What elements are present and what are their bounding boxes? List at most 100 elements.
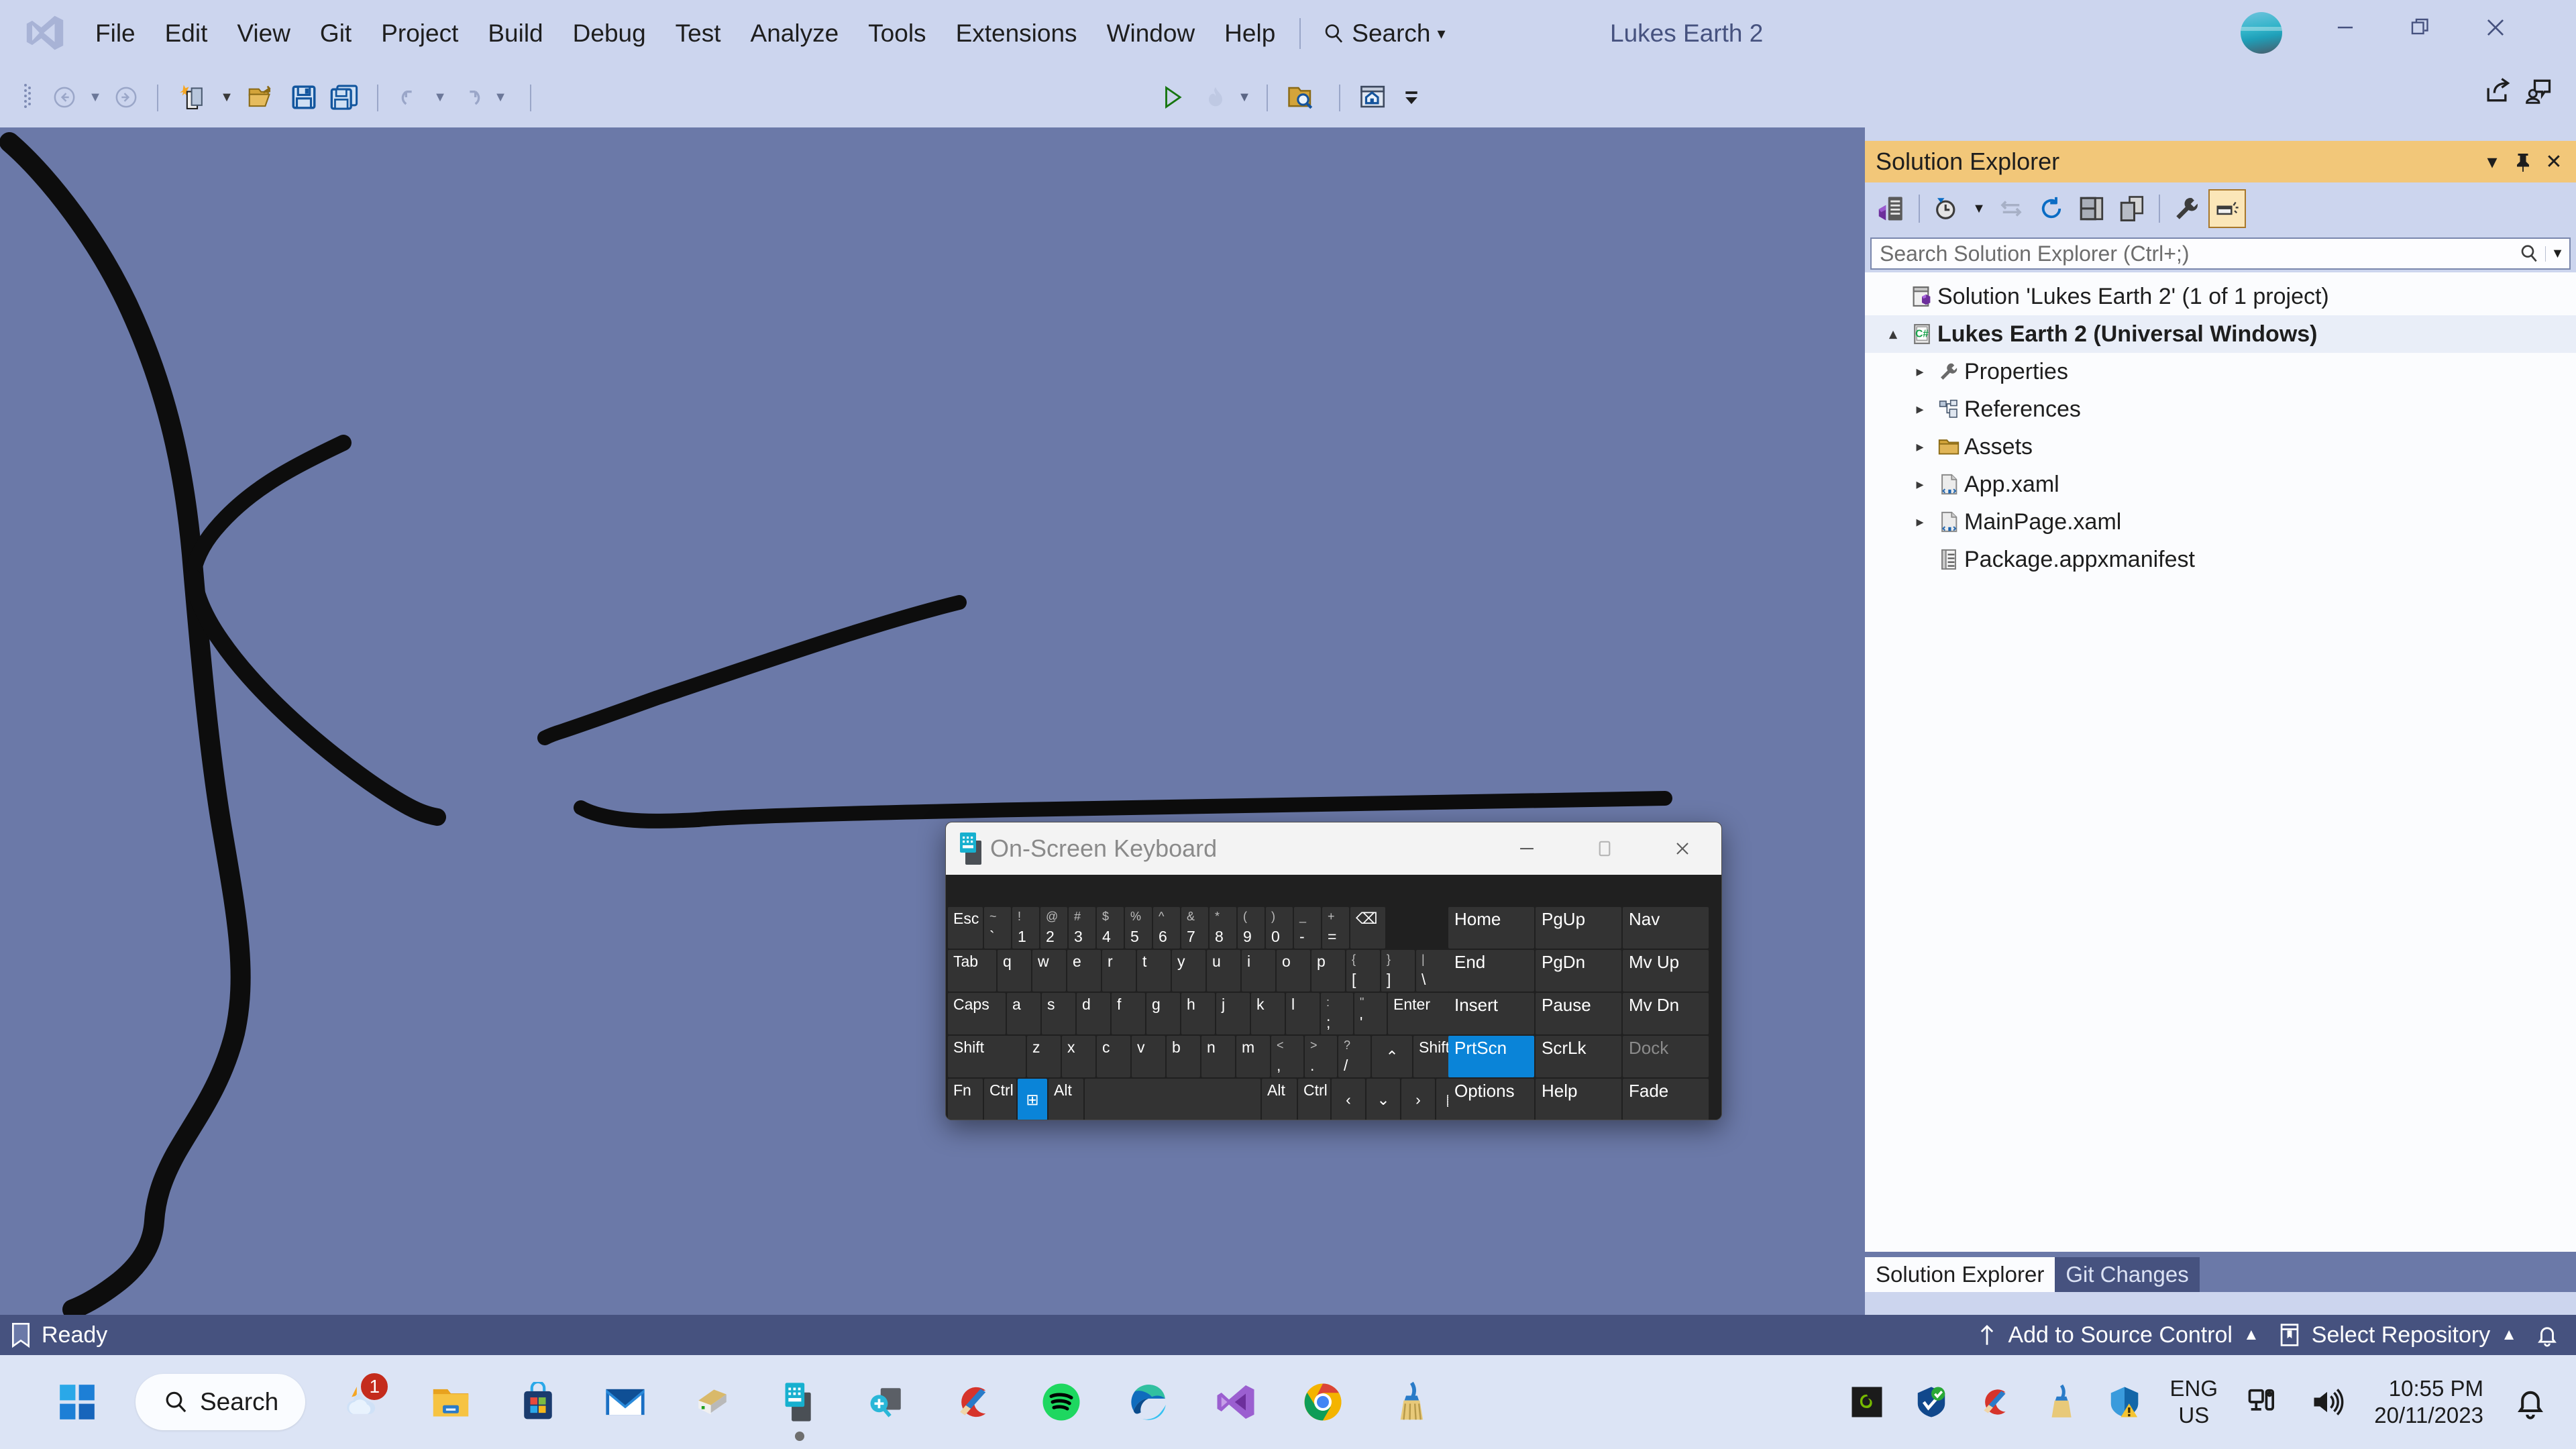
taskbar-visual-studio-icon[interactable] [1192,1355,1279,1449]
menu-file[interactable]: File [80,13,150,54]
start-without-debugging-button[interactable] [1154,78,1191,117]
tray-security-check-icon[interactable] [1899,1355,1964,1449]
osk-pad-key-scrlk[interactable]: ScrLk [1536,1036,1621,1077]
start-window-button[interactable] [1352,78,1394,117]
design-surface[interactable] [0,127,1865,1315]
osk-key-sym[interactable]: › [1401,1079,1435,1120]
tree-node-properties[interactable]: ▸ Properties [1865,353,2576,390]
taskbar-magnifier-icon[interactable] [843,1355,930,1449]
add-to-source-control-button[interactable]: Add to Source Control ▲ [1968,1315,2268,1355]
navigate-backward-dropdown[interactable]: ▼ [85,78,106,117]
osk-key-o[interactable]: o [1277,950,1310,991]
osk-key-9[interactable]: (9 [1238,907,1265,949]
open-file-button[interactable] [241,78,283,117]
osk-key-sym[interactable]: ⌫ [1350,907,1385,949]
redo-dropdown[interactable]: ▼ [490,78,511,117]
preview-selected-items-icon[interactable] [2208,189,2246,228]
osk-key-f[interactable]: f [1112,993,1145,1034]
notifications-button[interactable] [2526,1315,2576,1355]
osk-key-Alt[interactable]: Alt [1262,1079,1297,1120]
select-repository-button[interactable]: Select Repository ▲ [2269,1315,2526,1355]
taskbar-spotify-icon[interactable] [1018,1355,1105,1449]
panel-menu-button[interactable]: ▾ [2477,145,2508,178]
osk-key-t[interactable]: t [1137,950,1171,991]
close-button[interactable] [2461,0,2530,55]
tree-node-references[interactable]: ▸ References [1865,390,2576,428]
tray-nvidia-icon[interactable] [1835,1355,1899,1449]
save-all-button[interactable] [325,78,364,117]
menu-extensions[interactable]: Extensions [941,13,1092,54]
osk-key-7[interactable]: & 7 [1181,907,1208,949]
tray-network-icon[interactable] [2231,1355,2295,1449]
osk-key-5[interactable]: % 5 [1125,907,1152,949]
osk-key-s[interactable]: s [1042,993,1075,1034]
osk-key-i[interactable]: i [1242,950,1275,991]
taskbar-weather-icon[interactable]: 1 [320,1355,407,1449]
osk-key-sym[interactable]: ‹ [1332,1079,1365,1120]
taskbar-scanner-icon[interactable] [669,1355,756,1449]
osk-key-sym[interactable]: {[ [1346,950,1380,991]
share-button[interactable] [2477,71,2517,110]
osk-key-Alt[interactable]: Alt [1049,1079,1083,1120]
menu-test[interactable]: Test [661,13,736,54]
taskbar-broom-cleaner-icon[interactable] [1366,1355,1454,1449]
tree-node-solution[interactable]: Solution 'Lukes Earth 2' (1 of 1 project… [1865,278,2576,315]
osk-key-x[interactable]: x [1062,1036,1095,1077]
osk-key-0[interactable]: ) 0 [1266,907,1293,949]
osk-key-sym[interactable]: ? / [1338,1036,1371,1077]
taskbar-microsoft-edge-icon[interactable] [1105,1355,1192,1449]
tray-language-indicator[interactable]: ENG US [2157,1355,2231,1449]
osk-pad-key-home[interactable]: Home [1448,907,1534,949]
code-map-icon[interactable] [1873,189,1911,228]
refresh-icon[interactable] [2033,189,2070,228]
tray-broom-cleaner-icon[interactable] [2028,1355,2092,1449]
taskbar-microsoft-store-icon[interactable] [494,1355,582,1449]
osk-minimize-button[interactable] [1488,822,1566,875]
pending-changes-icon[interactable] [1928,189,1966,228]
osk-pad-key-pause[interactable]: Pause [1536,993,1621,1034]
hot-reload-dropdown[interactable]: ▼ [1234,78,1254,117]
menu-git[interactable]: Git [305,13,366,54]
menu-view[interactable]: View [222,13,305,54]
osk-key-1[interactable]: ! 1 [1012,907,1039,949]
twisty[interactable]: ▸ [1907,513,1933,531]
osk-pad-key-end[interactable]: End [1448,950,1534,991]
twisty[interactable]: ▸ [1907,476,1933,493]
avatar[interactable] [2241,12,2282,54]
osk-key-c[interactable]: c [1097,1036,1130,1077]
osk-maximize-button[interactable] [1566,822,1644,875]
osk-key-Ctrl[interactable]: Ctrl [1298,1079,1330,1120]
osk-key-y[interactable]: y [1172,950,1205,991]
taskbar-ccleaner-icon[interactable] [930,1355,1018,1449]
undo-button[interactable] [393,78,428,117]
taskbar-search-box[interactable]: Search [136,1374,306,1430]
osk-key-Fn[interactable]: Fn [948,1079,983,1120]
osk-key-sym[interactable]: | \ [1416,950,1450,991]
save-button[interactable] [284,78,323,117]
taskbar-clock[interactable]: 10:55 PM 20/11/2023 [2359,1355,2498,1449]
toolbar-overflow-button[interactable] [1398,78,1425,117]
taskbar-google-chrome-icon[interactable] [1279,1355,1366,1449]
minimize-button[interactable] [2310,0,2380,55]
tray-notification-icon[interactable] [2498,1355,2563,1449]
osk-key-j[interactable]: j [1216,993,1250,1034]
properties-wrench-icon[interactable] [2168,189,2206,228]
on-screen-keyboard-window[interactable]: On-Screen Keyboard Esc ~ `! 1 @2 #3 $4% 5 ^ 6 & 7 * 8… [945,822,1722,1120]
hot-reload-button[interactable] [1197,78,1234,117]
osk-key-sym[interactable]: ~ ` [984,907,1011,949]
menu-build[interactable]: Build [473,13,557,54]
tree-node-project[interactable]: ▴ C# Lukes Earth 2 (Universal Windows) [1865,315,2576,353]
osk-key-m[interactable]: m [1236,1036,1270,1077]
sync-with-active-document-icon[interactable] [1992,189,2030,228]
osk-key-z[interactable]: z [1027,1036,1061,1077]
osk-pad-key-help[interactable]: Help [1536,1079,1621,1120]
menu-window[interactable]: Window [1092,13,1210,54]
restore-button[interactable] [2385,0,2455,55]
toolbar-drag-handle[interactable] [15,78,40,117]
osk-key-g[interactable]: g [1146,993,1180,1034]
osk-key-w[interactable]: w [1032,950,1066,991]
osk-key-e[interactable]: e [1067,950,1101,991]
menu-project[interactable]: Project [366,13,473,54]
osk-key-h[interactable]: h [1181,993,1215,1034]
tray-windows-defender-warning-icon[interactable] [2092,1355,2157,1449]
